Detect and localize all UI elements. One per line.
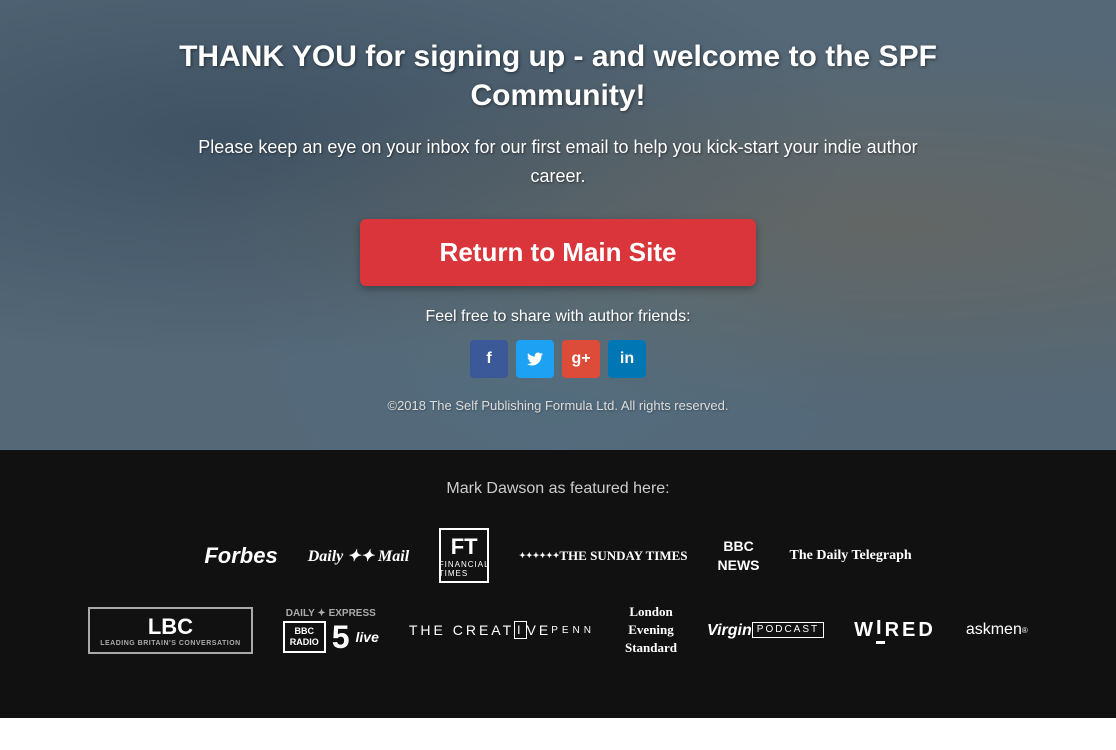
bbc-news-logo: BBCNEWS: [718, 537, 760, 573]
financial-times-logo: FT FINANCIALTIMES: [439, 528, 489, 583]
copyright-text: ©2018 The Self Publishing Formula Ltd. A…: [178, 398, 938, 413]
twitter-icon: [527, 352, 543, 366]
facebook-share-button[interactable]: f: [470, 340, 508, 378]
googleplus-share-button[interactable]: g+: [562, 340, 600, 378]
creative-penn-logo: the creative PENN: [409, 621, 595, 639]
forbes-logo: Forbes: [204, 543, 277, 569]
askmen-logo: askmen®: [966, 621, 1028, 639]
lbc-logo: LBC LEADING BRITAIN'S CONVERSATION: [88, 607, 252, 654]
hero-title: THANK YOU for signing up - and welcome t…: [178, 37, 938, 115]
share-text: Feel free to share with author friends:: [178, 308, 938, 326]
sunday-times-logo: ✦✦✦✦✦✦ THE SUNDAY TIMES: [519, 548, 687, 564]
daily-mail-logo: Daily ✦✦ Mail: [308, 546, 409, 566]
twitter-share-button[interactable]: [516, 340, 554, 378]
featured-section: Mark Dawson as featured here: Forbes Dai…: [0, 450, 1116, 718]
return-to-main-site-button[interactable]: Return to Main Site: [360, 219, 757, 286]
logos-row-1: Forbes Daily ✦✦ Mail FT FINANCIALTIMES ✦…: [40, 528, 1076, 583]
hero-content: THANK YOU for signing up - and welcome t…: [158, 37, 958, 413]
virgin-podcast-logo: VirginPODCAST: [707, 621, 824, 640]
london-evening-standard-logo: LondonEveningStandard: [625, 603, 677, 658]
wired-logo: WIRED: [854, 617, 936, 644]
logos-row-2: LBC LEADING BRITAIN'S CONVERSATION DAILY…: [40, 603, 1076, 658]
hero-section: THANK YOU for signing up - and welcome t…: [0, 0, 1116, 450]
hero-subtitle: Please keep an eye on your inbox for our…: [178, 133, 938, 191]
daily-telegraph-logo: The Daily Telegraph: [790, 548, 912, 564]
daily-express-logo: DAILY ✦ EXPRESS BBCRADIO 5 live: [283, 608, 379, 653]
social-share-buttons: f g+ in: [178, 340, 938, 378]
featured-label: Mark Dawson as featured here:: [446, 480, 669, 498]
linkedin-share-button[interactable]: in: [608, 340, 646, 378]
